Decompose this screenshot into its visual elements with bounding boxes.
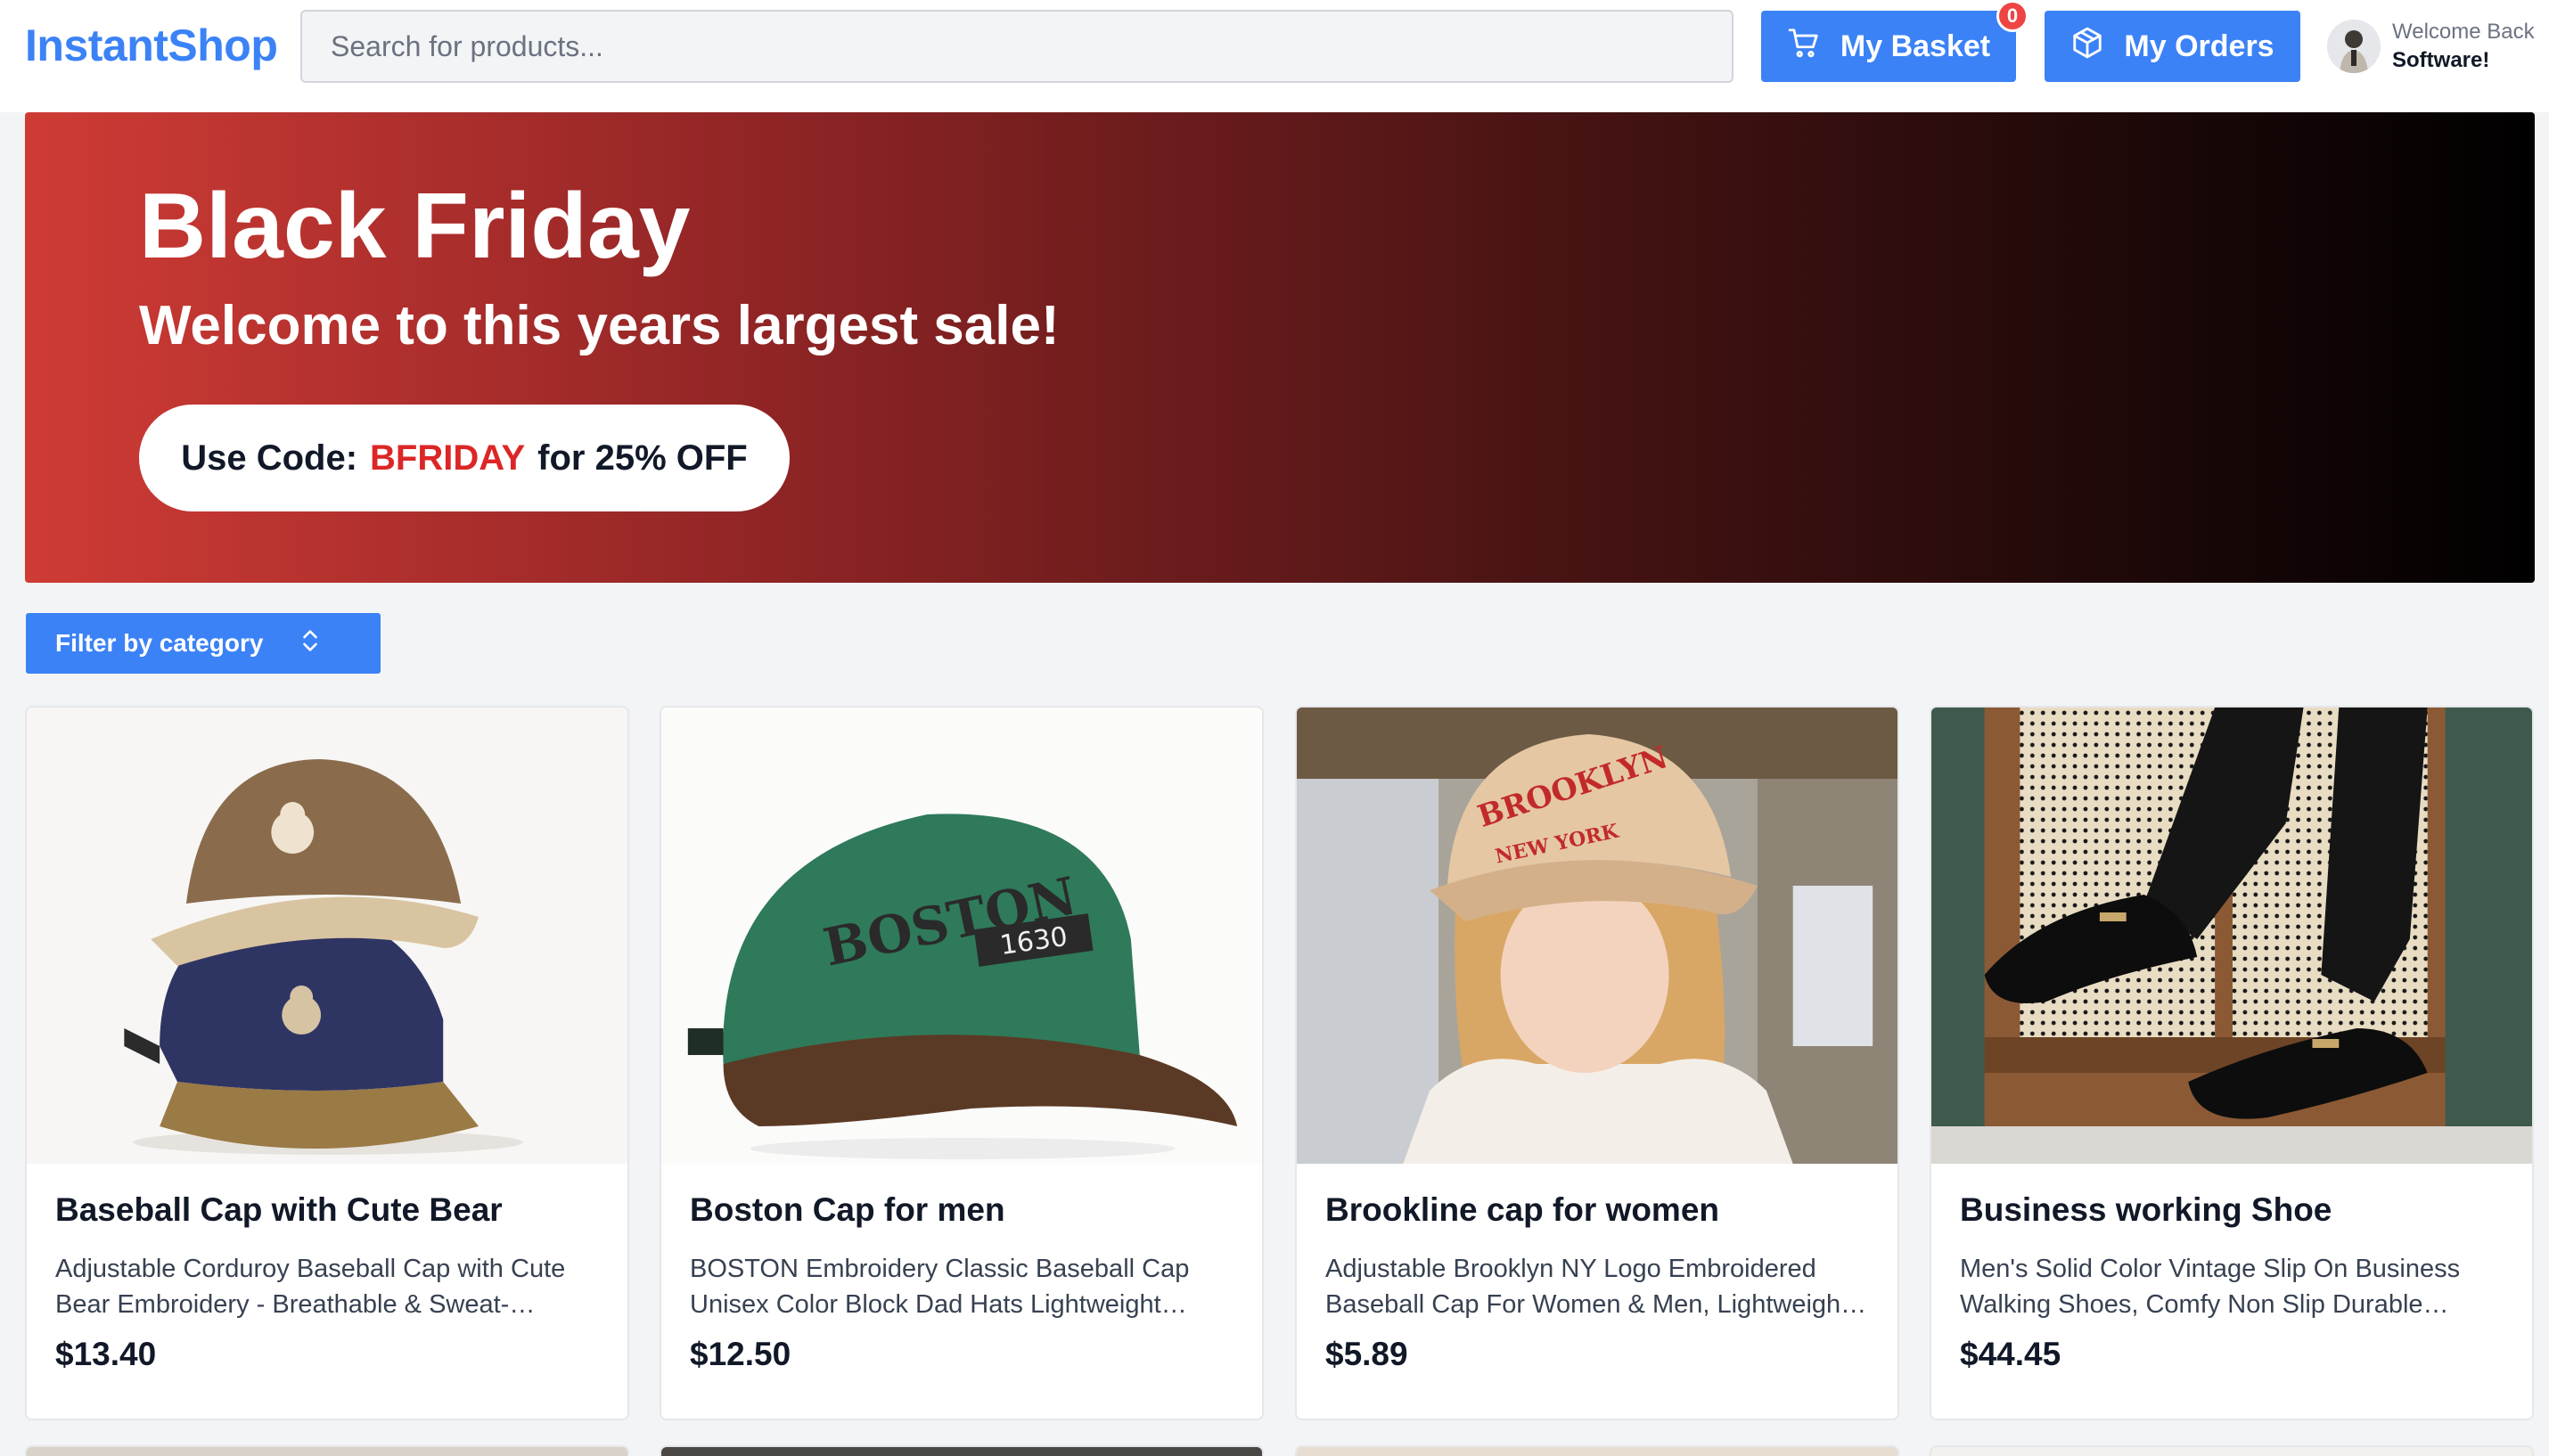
promo-code: BFRIDAY bbox=[370, 438, 526, 478]
product-title[interactable]: Brookline cap for women bbox=[1325, 1189, 1869, 1231]
my-orders-button[interactable]: My Orders bbox=[2045, 11, 2300, 82]
filter-by-category-button[interactable]: Filter by category bbox=[26, 613, 381, 674]
black-friday-banner: Black Friday Welcome to this years large… bbox=[25, 112, 2535, 583]
product-card[interactable]: BOSTON 1630 Boston Cap for men BOSTON Em… bbox=[660, 706, 1264, 1420]
my-basket-label: My Basket bbox=[1840, 29, 1991, 63]
product-description: Adjustable Brooklyn NY Logo Embroidered … bbox=[1325, 1255, 1848, 1319]
banner-title: Black Friday bbox=[139, 175, 691, 278]
banner-subtitle: Welcome to this years largest sale! bbox=[139, 295, 1060, 356]
promo-code-pill: Use Code: BFRIDAY for 25% OFF bbox=[139, 405, 790, 511]
welcome-block: Welcome Back Software! bbox=[2392, 18, 2544, 75]
username-line: Software! bbox=[2392, 48, 2490, 72]
product-price: $5.89 bbox=[1325, 1336, 1408, 1372]
product-title[interactable]: Baseball Cap with Cute Bear bbox=[55, 1189, 599, 1231]
product-price: $12.50 bbox=[690, 1336, 791, 1372]
my-orders-label: My Orders bbox=[2124, 29, 2274, 63]
promo-prefix: Use Code: bbox=[181, 438, 358, 478]
package-icon bbox=[2070, 26, 2104, 68]
product-description: Adjustable Corduroy Baseball Cap with Cu… bbox=[55, 1255, 566, 1319]
product-card-peek[interactable] bbox=[660, 1445, 1264, 1456]
filter-label: Filter by category bbox=[55, 629, 264, 657]
cart-icon bbox=[1787, 26, 1821, 68]
product-description: Men's Solid Color Vintage Slip On Busine… bbox=[1960, 1255, 2461, 1319]
product-image[interactable] bbox=[1931, 708, 2532, 1164]
product-price: $44.45 bbox=[1960, 1336, 2061, 1372]
product-title[interactable]: Boston Cap for men bbox=[690, 1189, 1234, 1231]
product-image[interactable]: BROOKLYN NEW YORK bbox=[1297, 708, 1897, 1164]
product-card-peek[interactable] bbox=[25, 1445, 629, 1456]
product-price: $13.40 bbox=[55, 1336, 157, 1372]
promo-suffix: for 25% OFF bbox=[537, 438, 748, 478]
product-image[interactable] bbox=[27, 708, 627, 1164]
top-header: InstantShop My Basket 0 My Orders bbox=[0, 0, 2549, 112]
product-card-peek[interactable] bbox=[1295, 1445, 1899, 1456]
product-description: BOSTON Embroidery Classic Baseball Cap U… bbox=[690, 1255, 1190, 1319]
my-basket-button[interactable]: My Basket bbox=[1761, 11, 2016, 82]
product-card[interactable]: Business working Shoe Men's Solid Color … bbox=[1930, 706, 2534, 1420]
welcome-line: Welcome Back bbox=[2392, 20, 2535, 44]
user-avatar[interactable] bbox=[2327, 20, 2381, 73]
product-title[interactable]: Business working Shoe bbox=[1960, 1189, 2504, 1231]
product-card-peek[interactable] bbox=[1930, 1445, 2534, 1456]
product-image[interactable]: BOSTON 1630 bbox=[661, 708, 1262, 1164]
search-input[interactable] bbox=[300, 10, 1733, 83]
shop-logo[interactable]: InstantShop bbox=[25, 18, 278, 73]
chevron-up-down-icon bbox=[299, 626, 322, 661]
product-card[interactable]: Baseball Cap with Cute Bear Adjustable C… bbox=[25, 706, 629, 1420]
product-card[interactable]: BROOKLYN NEW YORK Brookline cap for wome… bbox=[1295, 706, 1899, 1420]
basket-count-badge: 0 bbox=[1996, 0, 2029, 32]
